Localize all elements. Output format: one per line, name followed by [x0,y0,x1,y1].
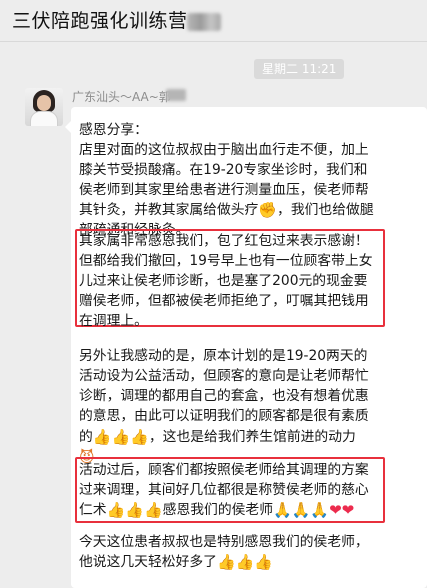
thumbs-up-icon: 👍 [92,428,112,446]
pray-emoji-icon: 🙏 [291,501,311,519]
thumbs-up-icon: 👍 [111,428,131,446]
message-line: 另外让我感动的是，原本计划的是19-20两天的 [79,348,368,364]
message-line: 感恩分享： [79,122,148,138]
pray-emoji-icon: 🙏 [273,501,292,519]
pray-emoji-icon: 🙏 [310,501,330,519]
message-line: 赠侯老师，但都被侯老师拒绝了，叮嘱其把钱用 [79,293,369,309]
chat-header: 三伏陪跑强化训练营 [0,0,427,42]
message-line: 但都给我们撤回，19号早上也有一位顾客带上女 [79,253,373,269]
thumbs-up-icon: 👍 [143,501,163,519]
timestamp-badge: 星期二 11:21 [254,59,345,79]
heart-icon: ❤ [341,501,355,519]
sender-avatar[interactable] [25,88,63,126]
message-line: 活动过后，顾客们都按照侯老师给其调理的方案 [79,462,369,478]
heart-icon: ❤ [329,501,342,519]
redacted-member-count [187,13,221,31]
sender-name: 广东汕头～AA~郭 [72,90,171,104]
message-line: 活动设为公益活动，但顾客的意向是让老师帮忙 [79,368,369,384]
message-line: 膝关节受损酸痛。在19-20专家坐诊时，我们和 [79,162,368,178]
thumbs-up-icon: 👍 [254,553,274,571]
message-line: 侯老师到其家里给患者进行测量血压，侯老师帮 [79,182,369,198]
message-line: 其家属非常感恩我们，包了红包过来表示感谢！ [79,233,369,249]
thumbs-up-icon: 👍 [235,553,255,571]
thumbs-up-icon: 👍 [130,428,149,446]
message-line: 他说这几天轻松好多了👍👍👍 [79,553,274,571]
fist-emoji-icon: ✊ [258,201,278,219]
message-line: 店里对面的这位叔叔由于脑出血行走不便，加上 [79,142,369,158]
thumbs-up-icon: 👍 [216,553,236,571]
message-line: 的意思，由此可以证明我们的顾客都是很有素质 [79,408,369,424]
message-line: 今天这位患者叔叔也是特别感恩我们的侯老师， [79,534,369,550]
message-line: 其针灸，并教其家属给做头疗✊，我们也给做腿 [79,201,374,219]
message-line: 在调理上。 [79,313,148,329]
thumbs-up-icon: 👍 [106,501,126,519]
thumbs-up-icon: 👍 [125,501,144,519]
message-bubble[interactable]: 感恩分享： 店里对面的这位叔叔由于脑出血行走不便，加上 膝关节受损酸痛。在19-… [65,107,427,588]
redacted-sender-suffix [166,89,186,101]
message-line: 的👍👍👍，这也是给我们养生馆前进的动力 [79,428,356,446]
chat-title[interactable]: 三伏陪跑强化训练营 [12,6,188,33]
message-line: 仁术👍👍👍感恩我们的侯老师🙏🙏🙏❤❤ [79,501,355,519]
message-line: 儿过来让侯老师诊断，也是塞了200元的现金要 [79,273,368,289]
message-line: 诊断，调理的都用自己的套盒，也没有想着优惠 [79,388,369,404]
message-line: 过来调理，其间好几位都很是称赞侯老师的慈心 [79,482,369,498]
